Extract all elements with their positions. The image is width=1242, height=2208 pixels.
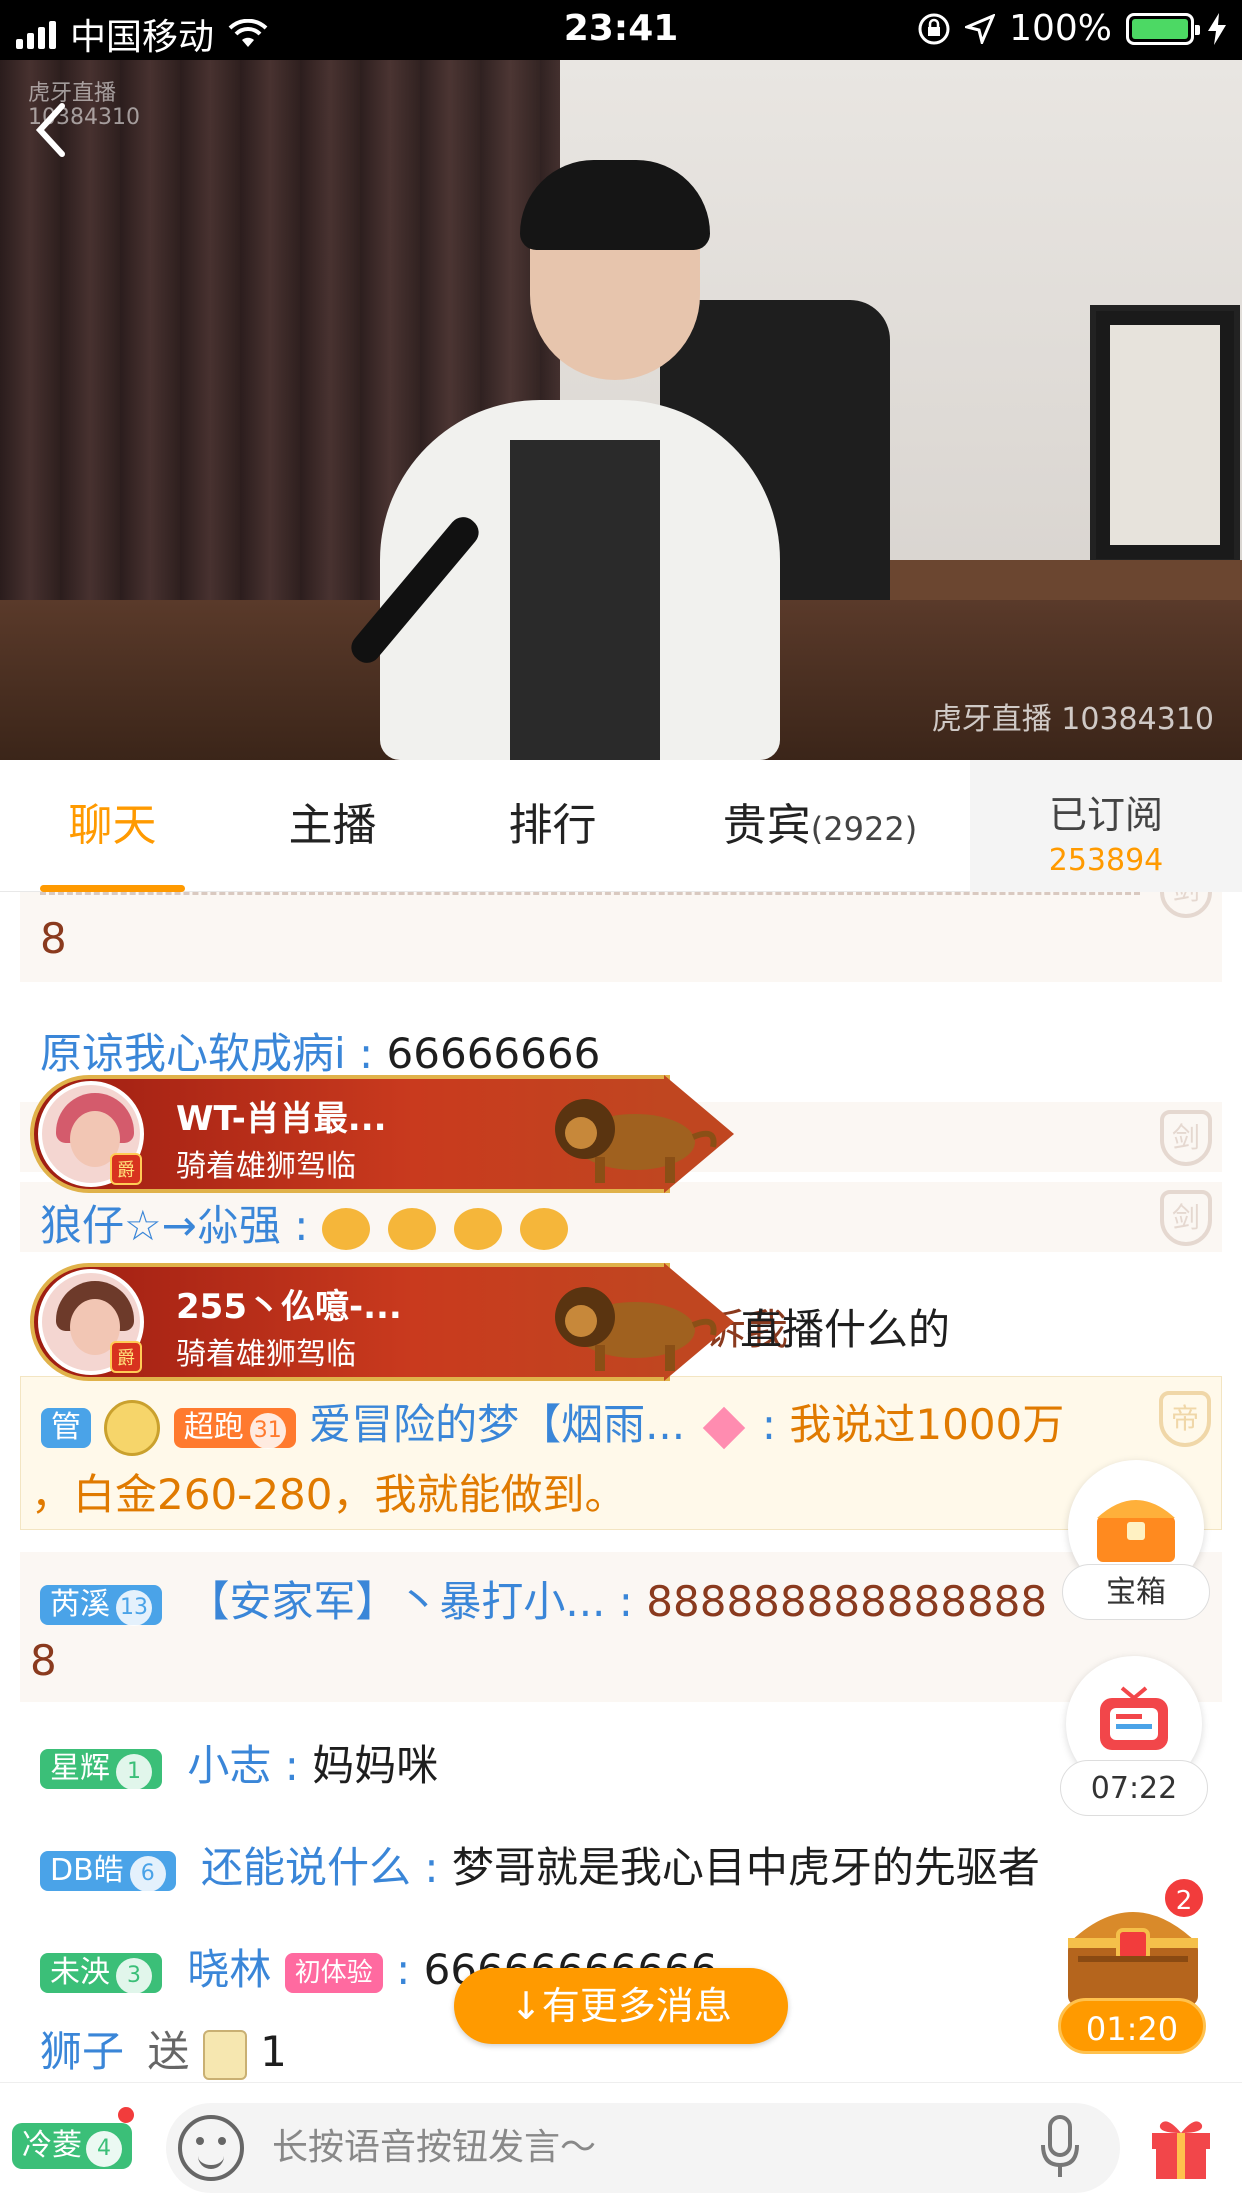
lion-mount-icon: [555, 1287, 717, 1371]
chat-message: 原谅我心软成病i : 66666666: [40, 1029, 601, 1078]
supercar-badge: 超跑 31: [173, 1407, 296, 1449]
message-nick[interactable]: 【安家军】丶暴打小...: [187, 1577, 605, 1626]
status-bar: 中国移动 23:41 100%: [0, 0, 1242, 60]
message-text: 我说过1000万: [789, 1400, 1065, 1449]
tab-chat[interactable]: 聊天: [40, 760, 185, 892]
ride-user-name: WT-肖肖最...: [176, 1099, 387, 1139]
video-watermark: 虎牙直播 10384310: [931, 702, 1214, 737]
emoji-icon: [387, 1207, 436, 1250]
noble-badge: 爵: [110, 1153, 142, 1185]
treasure-box-label: 宝箱: [1062, 1564, 1210, 1620]
video-streamer-shirt: [510, 440, 660, 760]
bottom-bar: 冷菱 4 长按语音按钮发言～: [0, 2082, 1242, 2208]
chat-list[interactable]: 8 剑 原谅我心软成病i : 66666666 咱 剑 狼仔☆→尛强 : 剑 能…: [0, 892, 1242, 2082]
ride-entrance-banner: 爵 255丶仫噫-... 骑着雄狮驾临: [30, 1263, 734, 1381]
tab-vip[interactable]: 贵宾(2922): [700, 760, 940, 892]
subscribe-label: 已订阅: [1048, 793, 1163, 837]
fans-badge: DB皓 6: [40, 1850, 176, 1892]
subscribe-count: 253894: [1048, 843, 1164, 878]
first-experience-badge: 初体验: [284, 1952, 383, 1993]
gold-chest-widget[interactable]: 2 01:20: [1058, 1876, 1206, 2060]
back-button[interactable]: [30, 100, 80, 170]
more-messages-button[interactable]: ↓有更多消息: [454, 1968, 788, 2044]
message-text: 888888888888888: [646, 1577, 1048, 1626]
chat-message-noble: 管 超跑 31 爱冒险的梦【烟雨... : 我说过1000万 ，白金260-280…: [20, 1376, 1222, 1530]
message-text: 梦哥就是我心目中虎牙的先驱者: [451, 1843, 1040, 1892]
fans-badge: 芮溪 13: [40, 1584, 162, 1626]
treasure-chest-icon: [1097, 1500, 1175, 1562]
message-nick[interactable]: 狼仔☆→尛强: [40, 1201, 281, 1250]
battery-percent: 100%: [1009, 8, 1112, 49]
message-text: 66666666: [386, 1029, 601, 1078]
message-nick[interactable]: 原谅我心软成病i: [40, 1029, 346, 1078]
emoji-icon: [519, 1207, 568, 1250]
subscribe-button[interactable]: 已订阅 253894: [970, 760, 1242, 892]
message-nick[interactable]: 小志: [187, 1741, 271, 1790]
ride-description: 骑着雄狮驾临: [176, 1149, 356, 1184]
message-nick[interactable]: 还能说什么: [201, 1843, 411, 1892]
tv-icon: [1100, 1686, 1168, 1750]
tab-vip-label: 贵宾: [722, 800, 811, 851]
charging-icon: [1208, 12, 1226, 45]
ride-user-name: 255丶仫噫-...: [176, 1287, 402, 1327]
red-dot-indicator: [118, 2107, 134, 2123]
chat-input-placeholder: 长按语音按钮发言～: [272, 2127, 597, 2168]
chat-input[interactable]: 长按语音按钮发言～: [166, 2103, 1120, 2193]
tab-anchor[interactable]: 主播: [260, 760, 405, 892]
admin-badge: 管: [41, 1407, 91, 1448]
shield-icon: 剑: [1160, 892, 1212, 918]
my-fans-badge[interactable]: 冷菱 4: [12, 2123, 132, 2169]
cut-off-row: [40, 892, 1140, 898]
message-text-cont: ，白金260-280，我就能做到。: [31, 1470, 627, 1519]
emoji-icon[interactable]: [178, 2115, 244, 2181]
gift-snack-icon: [202, 2029, 247, 2080]
fans-badge: 未泱 3: [40, 1952, 162, 1994]
battery-icon: [1126, 12, 1200, 45]
tv-timer-label: 07:22: [1060, 1760, 1208, 1816]
message-text-2: 直播什么的: [740, 1305, 951, 1354]
fans-badge: 星辉 1: [40, 1748, 162, 1790]
shield-icon: 剑: [1160, 1110, 1212, 1166]
chat-message: 芮溪 13 【安家军】丶暴打小... : 888888888888888 8: [20, 1552, 1222, 1702]
gift-count: 1: [260, 2027, 287, 2076]
message-text: 8: [40, 914, 67, 963]
chat-message: 8 剑: [20, 892, 1222, 982]
tab-vip-count: (2922): [810, 810, 918, 848]
emoji-icon: [321, 1207, 370, 1250]
message-nick[interactable]: 晓林: [187, 1945, 271, 1994]
chest-notification-badge: 2: [1162, 1876, 1206, 1920]
microphone-icon[interactable]: [1040, 2115, 1080, 2181]
ride-description: 骑着雄狮驾临: [176, 1337, 356, 1372]
emoji-icon: [453, 1207, 502, 1250]
status-right: 100%: [917, 8, 1226, 49]
chevron-left-icon: [35, 103, 65, 157]
fans-medal-icon: [104, 1399, 161, 1456]
gift-icon[interactable]: [1148, 2111, 1214, 2181]
message-text: 妈妈咪: [312, 1741, 439, 1790]
gift-action: 送: [147, 2027, 190, 2076]
chat-message: DB皓 6 还能说什么 : 梦哥就是我心目中虎牙的先驱者: [20, 1824, 1222, 1894]
chat-message: 星辉 1 小志 : 妈妈咪: [20, 1722, 1222, 1792]
tab-rank[interactable]: 排行: [480, 760, 625, 892]
message-nick[interactable]: 爱冒险的梦【烟雨...: [309, 1400, 685, 1449]
ride-entrance-banner: 爵 WT-肖肖最... 骑着雄狮驾临: [30, 1075, 734, 1193]
video-picture-frame: [1090, 305, 1240, 565]
orientation-lock-icon: [918, 13, 950, 44]
location-icon: [965, 13, 996, 44]
lion-mount-icon: [555, 1099, 717, 1183]
tv-timer-widget[interactable]: 07:22: [1060, 1656, 1208, 1816]
shield-icon: 剑: [1160, 1190, 1212, 1246]
treasure-box-widget[interactable]: 宝箱: [1062, 1460, 1210, 1620]
noble-badge: 爵: [110, 1341, 142, 1373]
chest-timer: 01:20: [1058, 1998, 1206, 2054]
message-text-cont: 8: [30, 1636, 57, 1685]
tab-bar: 聊天 主播 排行 贵宾(2922) 已订阅 253894: [0, 760, 1242, 892]
message-nick[interactable]: 狮子: [40, 2027, 124, 2076]
diamond-icon: [702, 1406, 745, 1449]
tab-active-indicator: [40, 885, 185, 892]
live-video[interactable]: 虎牙直播 10384310 虎牙直播 10384310: [0, 60, 1242, 760]
emperor-shield-icon: 帝: [1159, 1391, 1211, 1447]
